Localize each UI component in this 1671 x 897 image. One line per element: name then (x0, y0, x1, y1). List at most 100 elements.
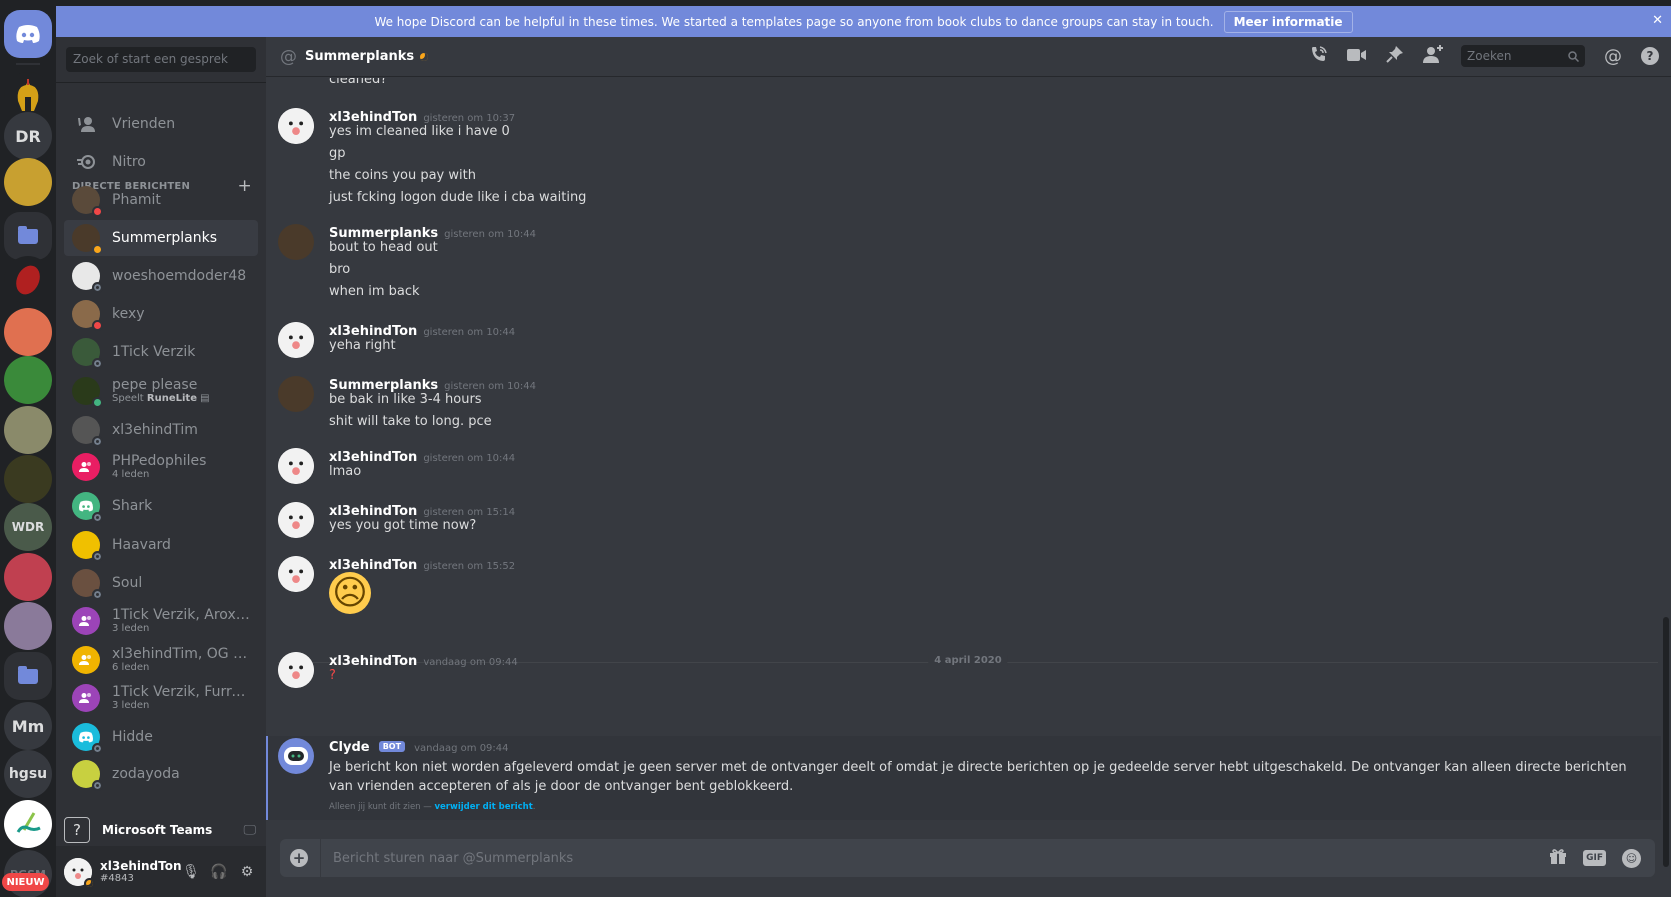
dm-item[interactable]: 1Tick Verzik, Aroxpla...3 leden (64, 603, 258, 639)
message-author[interactable]: Summerplanks (329, 378, 438, 393)
voice-call-icon[interactable] (1309, 45, 1329, 67)
author-avatar[interactable] (278, 652, 314, 688)
message-text: bro (329, 262, 351, 277)
author-avatar[interactable] (278, 322, 314, 358)
dm-item[interactable]: Summerplanks (64, 220, 258, 256)
home-button[interactable] (4, 10, 52, 58)
server-mm[interactable]: Mm (4, 702, 52, 750)
server-fallout[interactable] (4, 406, 52, 454)
samoyed-icon (278, 556, 314, 592)
folder-2[interactable] (4, 652, 52, 700)
user-avatar[interactable] (64, 857, 95, 889)
help-icon[interactable]: ? (1641, 47, 1659, 65)
frowning-emoji-icon: ☹ (329, 572, 371, 614)
author-avatar[interactable] (278, 448, 314, 484)
author-avatar[interactable] (278, 224, 314, 260)
headphones-icon[interactable]: 🎧 (210, 864, 228, 880)
server-dr[interactable]: DR (4, 112, 52, 160)
composer-divider (320, 839, 321, 877)
message-text: be bak in like 3-4 hours (329, 392, 482, 407)
more-info-button[interactable]: Meer informatie (1223, 10, 1353, 33)
dm-item[interactable]: xl3ehindTim (64, 412, 258, 448)
server-dva[interactable] (4, 553, 52, 601)
samoyed-icon (278, 448, 314, 484)
message-author[interactable]: xl3ehindTon (329, 450, 417, 465)
screen-share-icon[interactable]: 🖵 (243, 823, 256, 838)
dm-item[interactable]: Haavard (64, 527, 258, 563)
nav-friends[interactable]: Vrienden (64, 105, 258, 143)
chat-area: @ Summerplanks Zoeken @ ? cleaned? 4 apr… (266, 37, 1671, 897)
pin-icon[interactable] (1385, 45, 1405, 67)
server-pepe-hood[interactable] (4, 308, 52, 356)
server-hgsu[interactable]: hgsu (4, 750, 52, 798)
author-avatar[interactable] (278, 556, 314, 592)
chat-header: @ Summerplanks Zoeken @ ? (266, 37, 1671, 77)
dm-item[interactable]: kexy (64, 296, 258, 332)
close-icon[interactable]: ✕ (1652, 13, 1663, 28)
folder-1[interactable] (4, 212, 52, 260)
dm-item[interactable]: PHPedophiles 4 leden (64, 449, 258, 485)
offline-status-icon (92, 780, 103, 791)
dm-item[interactable]: Hidde (64, 719, 258, 755)
message-author[interactable]: xl3ehindTon (329, 654, 417, 669)
message-list: cleaned? 4 april 2020 Clyde BOT vandaag … (266, 78, 1671, 823)
server-face[interactable] (4, 602, 52, 650)
dm-sidebar: Zoek of start een gesprek Vrienden Nitro… (56, 37, 266, 897)
server-spongebob[interactable] (4, 158, 52, 206)
author-avatar[interactable] (278, 502, 314, 538)
server-wdr[interactable]: WDR (4, 503, 52, 551)
clyde-message: Clyde BOT vandaag om 09:44 Je bericht ko… (266, 736, 1661, 820)
dm-item[interactable]: zodayoda (64, 756, 258, 792)
dm-subtitle: 3 leden (112, 700, 150, 711)
message-author[interactable]: xl3ehindTon (329, 558, 417, 573)
server-scissors[interactable] (4, 800, 52, 848)
user-avatar (72, 760, 103, 791)
gift-icon[interactable] (1549, 848, 1567, 868)
dm-item[interactable]: 1Tick Verzik, Furre_94 3 leden (64, 680, 258, 716)
server-pepe-party[interactable] (4, 356, 52, 404)
message-input[interactable] (333, 850, 1550, 866)
new-badge[interactable]: NIEUW (2, 873, 49, 891)
dm-search-input[interactable]: Zoek of start een gesprek (66, 47, 256, 72)
message-author[interactable]: xl3ehindTon (329, 110, 417, 125)
dm-item[interactable]: woeshoemdoder48 (64, 258, 258, 294)
message-text: yeha right (329, 338, 396, 353)
server-game[interactable] (4, 455, 52, 503)
dm-item[interactable]: Shark (64, 488, 258, 524)
message-author[interactable]: xl3ehindTon (329, 324, 417, 339)
search-placeholder: Zoeken (1467, 49, 1512, 63)
message-author[interactable]: xl3ehindTon (329, 504, 417, 519)
microphone-icon[interactable]: 🎙 (182, 864, 200, 880)
dm-item[interactable]: pepe please Speelt RuneLite ▤ (64, 373, 258, 409)
dm-name: 1Tick Verzik, Furre_94 (112, 684, 252, 700)
dm-item[interactable]: xl3ehindTim, OG B I ...6 leden (64, 642, 258, 678)
mentions-icon[interactable]: @ (1603, 46, 1623, 67)
clyde-avatar[interactable] (278, 738, 314, 774)
message-author[interactable]: Summerplanks (329, 226, 438, 241)
dm-text: 1Tick Verzik (112, 344, 195, 360)
upload-plus-icon[interactable]: + (290, 849, 308, 867)
clyde-author[interactable]: Clyde (329, 740, 370, 755)
group-dm-avatar (72, 646, 100, 674)
gif-button[interactable]: GIF (1583, 850, 1606, 866)
user-avatar (72, 262, 103, 293)
dm-item[interactable]: Soul (64, 565, 258, 601)
dm-name: 1Tick Verzik (112, 344, 196, 360)
dm-item[interactable]: 1Tick Verzik (64, 334, 258, 370)
author-avatar[interactable] (278, 376, 314, 412)
dm-name: kexy (112, 306, 145, 322)
scrollbar[interactable] (1663, 617, 1669, 867)
message-header: Summerplanks gisteren om 10:44 (329, 222, 536, 241)
video-call-icon[interactable] (1347, 47, 1367, 66)
add-friend-icon[interactable] (1423, 45, 1443, 67)
robot-icon (284, 747, 308, 765)
message-text: shit will take to long. pce (329, 414, 492, 429)
server-tick[interactable] (4, 256, 52, 304)
chat-search-input[interactable]: Zoeken (1461, 45, 1585, 67)
emoji-icon[interactable]: ☺ (1622, 848, 1641, 868)
dm-item[interactable]: Phamit (64, 182, 258, 218)
settings-gear-icon[interactable]: ⚙ (238, 864, 256, 880)
scissors-icon (16, 812, 41, 833)
delete-message-link[interactable]: verwijder dit bericht (434, 802, 532, 812)
author-avatar[interactable] (278, 108, 314, 144)
